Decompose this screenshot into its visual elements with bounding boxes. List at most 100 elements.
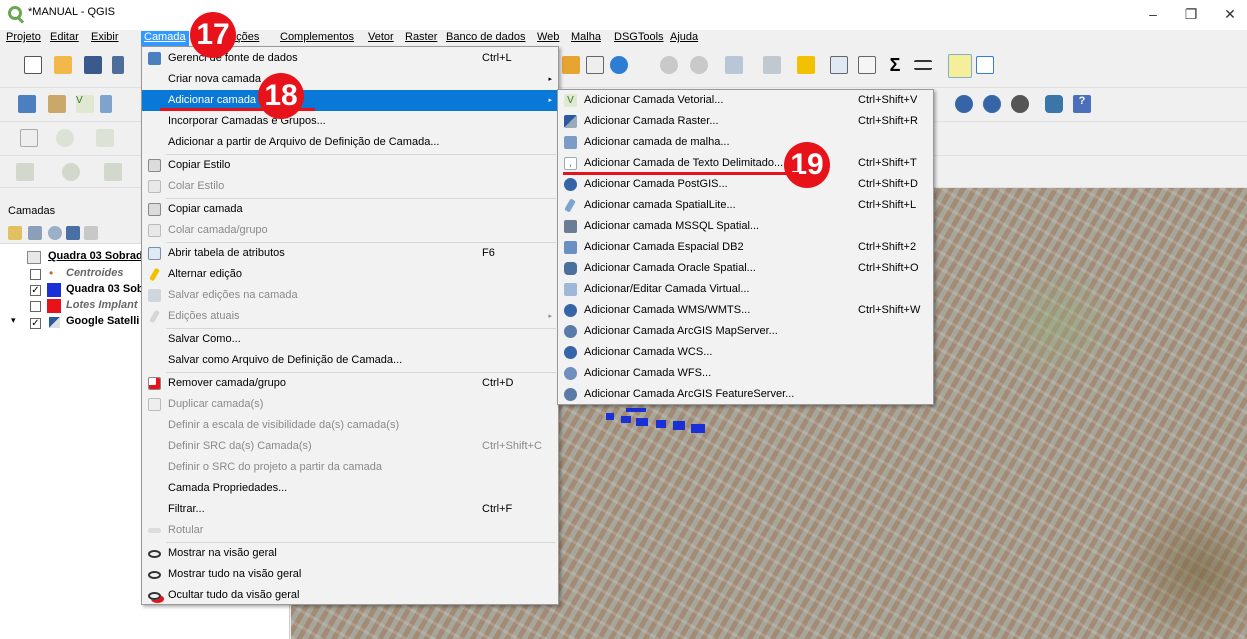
measure-icon[interactable] xyxy=(690,56,708,74)
menu-item-adicionar-vetorial[interactable]: V Adicionar Camada Vetorial... Ctrl+Shift+… xyxy=(558,90,933,111)
refresh-icon[interactable] xyxy=(610,56,628,74)
menu-item-adicionar-virtual[interactable]: Adicionar/Editar Camada Virtual... xyxy=(558,279,933,300)
menu-item-criar-nova-camada[interactable]: Criar nova camada ▸ xyxy=(142,69,558,90)
menu-item-salvar-como[interactable]: Salvar Como... xyxy=(142,329,558,350)
menu-item-adicionar-wms[interactable]: Adicionar Camada WMS/WMTS... Ctrl+Shift+W xyxy=(558,300,933,321)
menu-item-copiar-camada[interactable]: Copiar camada xyxy=(142,199,558,220)
menu-item-salvar-definicao[interactable]: Salvar como Arquivo de Definição de Cama… xyxy=(142,350,558,371)
menu-ajuda[interactable]: Ajuda xyxy=(670,31,698,43)
python-console-icon[interactable] xyxy=(1045,95,1063,113)
filter-expression-icon[interactable] xyxy=(84,226,98,240)
menu-item-colar-estilo: Colar Estilo xyxy=(142,176,558,197)
add-spatialite-icon[interactable] xyxy=(100,95,112,113)
new-project-icon[interactable] xyxy=(24,56,42,74)
menu-dsgtools[interactable]: DSGTools xyxy=(614,31,664,43)
add-group-icon[interactable] xyxy=(28,226,42,240)
layer-checkbox[interactable] xyxy=(30,269,41,280)
annotation-icon[interactable] xyxy=(948,54,972,78)
menu-item-adicionar-malha[interactable]: Adicionar camada de malha... xyxy=(558,132,933,153)
layer-name[interactable]: Quadra 03 Sobrad xyxy=(48,250,143,262)
save-edits-icon xyxy=(148,289,161,302)
minimize-button[interactable]: – xyxy=(1138,4,1168,24)
digitize-icon[interactable] xyxy=(20,129,38,147)
data-source-manager-icon[interactable] xyxy=(18,95,36,113)
identify-icon[interactable] xyxy=(660,56,678,74)
sum-icon[interactable]: Σ xyxy=(886,56,904,74)
menu-vetor[interactable]: Vetor xyxy=(368,31,394,43)
new-layer-icon[interactable] xyxy=(48,95,66,113)
menu-raster[interactable]: Raster xyxy=(405,31,437,43)
menu-item-adicionar-oracle[interactable]: Adicionar Camada Oracle Spatial... Ctrl+S… xyxy=(558,258,933,279)
menu-item-abrir-tabela[interactable]: Abrir tabela de atributos F6 xyxy=(142,243,558,264)
menu-item-adicionar-raster[interactable]: Adicionar Camada Raster... Ctrl+Shift+R xyxy=(558,111,933,132)
callout-17: 17 xyxy=(190,12,236,58)
menu-item-propriedades[interactable]: Camada Propriedades... xyxy=(142,478,558,499)
open-project-icon[interactable] xyxy=(54,56,72,74)
text-annotation-icon[interactable] xyxy=(976,56,994,74)
add-wfs-icon[interactable] xyxy=(1011,95,1029,113)
add-wcs-icon[interactable] xyxy=(983,95,1001,113)
add-circle-icon[interactable] xyxy=(62,163,80,181)
select-features-icon[interactable] xyxy=(725,56,743,74)
attribute-table-icon[interactable] xyxy=(830,56,848,74)
layer-name[interactable]: Lotes Implant xyxy=(66,299,138,311)
menu-item-mostrar-tudo[interactable]: Mostrar tudo na visão geral xyxy=(142,564,558,585)
menu-web[interactable]: Web xyxy=(537,31,559,43)
open-styling-icon[interactable] xyxy=(8,226,22,240)
menu-exibir[interactable]: Exibir xyxy=(91,31,119,43)
add-vector-icon[interactable]: V xyxy=(76,95,94,113)
layer-name[interactable]: Centroides xyxy=(66,267,123,279)
layer-checkbox[interactable]: ✓ xyxy=(30,285,41,296)
node-tool-icon[interactable] xyxy=(96,129,114,147)
menu-item-adicionar-postgis[interactable]: Adicionar Camada PostGIS... Ctrl+Shift+D xyxy=(558,174,933,195)
datasource-icon xyxy=(148,52,161,65)
menu-item-adicionar-texto-delimitado[interactable]: , Adicionar Camada de Texto Delimitado...… xyxy=(558,153,933,174)
menu-item-adicionar-wcs[interactable]: Adicionar Camada WCS... xyxy=(558,342,933,363)
menu-item-adicionar-definicao[interactable]: Adicionar a partir de Arquivo de Definiç… xyxy=(142,132,558,153)
menu-item-adicionar-mssql[interactable]: Adicionar camada MSSQL Spatial... xyxy=(558,216,933,237)
menu-item-remover-camada[interactable]: Remover camada/grupo Ctrl+D xyxy=(142,373,558,394)
menu-item-alternar-edicao[interactable]: Alternar edição xyxy=(142,264,558,285)
add-rectangle-icon[interactable] xyxy=(104,163,122,181)
chevron-down-icon[interactable]: ▾ xyxy=(11,315,16,326)
field-calculator-icon[interactable] xyxy=(797,56,815,74)
menu-projeto[interactable]: Projeto xyxy=(6,31,41,43)
layer-name[interactable]: Google Satelli xyxy=(66,315,139,327)
snapping-icon[interactable] xyxy=(56,129,74,147)
menu-complementos[interactable]: Complementos xyxy=(280,31,354,43)
add-polygon-icon[interactable] xyxy=(16,163,34,181)
filter-legend-icon[interactable] xyxy=(66,226,80,240)
new-print-layout-icon[interactable] xyxy=(112,56,124,74)
layer-name[interactable]: Quadra 03 Sob xyxy=(66,283,144,295)
menu-editar[interactable]: Editar xyxy=(50,31,79,43)
add-wms-icon[interactable] xyxy=(955,95,973,113)
menu-item-filtrar[interactable]: Filtrar... Ctrl+F xyxy=(142,499,558,520)
menu-malha[interactable]: Malha xyxy=(571,31,601,43)
menu-item-ocultar-tudo[interactable]: Ocultar tudo da visão geral xyxy=(142,585,558,606)
menu-item-adicionar-wfs[interactable]: Adicionar Camada WFS... xyxy=(558,363,933,384)
menu-item-adicionar-arcgis-featureserver[interactable]: Adicionar Camada ArcGIS FeatureServer... xyxy=(558,384,933,405)
deselect-icon[interactable] xyxy=(763,56,781,74)
menu-item-adicionar-db2[interactable]: Adicionar Camada Espacial DB2 Ctrl+Shift+… xyxy=(558,237,933,258)
manage-visibility-icon[interactable] xyxy=(48,226,62,240)
map-tips-icon[interactable] xyxy=(586,56,604,74)
save-project-icon[interactable] xyxy=(84,56,102,74)
statistics-icon[interactable] xyxy=(858,56,876,74)
help-icon[interactable]: ? xyxy=(1073,95,1091,113)
menu-item-incorporar[interactable]: Incorporar Camadas e Grupos... xyxy=(142,111,558,132)
paste-icon xyxy=(148,180,161,193)
menu-banco-de-dados[interactable]: Banco de dados xyxy=(446,31,526,43)
menu-item-adicionar-arcgis-mapserver[interactable]: Adicionar Camada ArcGIS MapServer... xyxy=(558,321,933,342)
menu-camada[interactable]: Camada xyxy=(141,31,189,46)
scale-icon[interactable] xyxy=(914,60,932,70)
layer-checkbox[interactable] xyxy=(30,301,41,312)
layer-checkbox[interactable]: ✓ xyxy=(30,318,41,329)
close-button[interactable]: ✕ xyxy=(1215,4,1245,24)
menu-item-mostrar-visao-geral[interactable]: Mostrar na visão geral xyxy=(142,543,558,564)
maximize-button[interactable]: ❐ xyxy=(1176,4,1206,24)
duplicate-icon xyxy=(148,398,161,411)
menu-item-copiar-estilo[interactable]: Copiar Estilo xyxy=(142,155,558,176)
overview-all-icon xyxy=(148,571,161,579)
menu-item-adicionar-spatialite[interactable]: Adicionar camada SpatialLite... Ctrl+Shif… xyxy=(558,195,933,216)
pan-to-selection-icon[interactable] xyxy=(562,56,580,74)
